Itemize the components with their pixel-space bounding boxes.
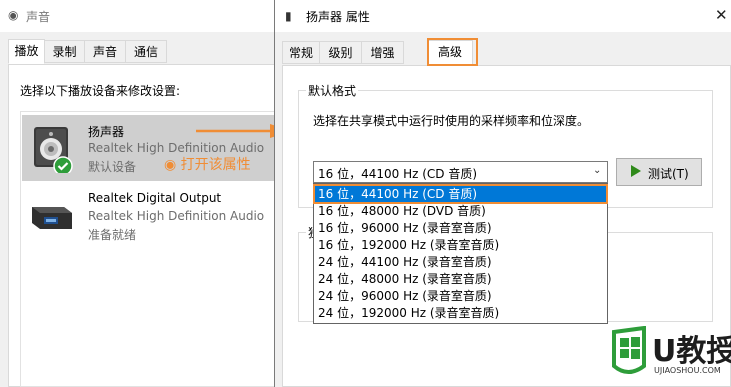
chevron-down-icon: ⌄ — [593, 165, 602, 176]
digital-output-icon — [30, 193, 74, 237]
device-driver: Realtek High Definition Audio — [88, 209, 265, 223]
close-icon[interactable]: ✕ — [715, 6, 728, 24]
device-driver: Realtek High Definition Audio — [88, 141, 265, 155]
tab-communications[interactable]: 通信 — [125, 40, 167, 63]
default-format-description: 选择在共享模式中运行时使用的采样频率和位深度。 — [313, 114, 590, 128]
properties-title-bar: ▮ 扬声器 属性 ✕ — [275, 0, 731, 32]
test-button-label: 测试(T) — [648, 167, 689, 181]
speaker-icon — [30, 125, 74, 176]
annotation-label: ◉ 打开该属性 — [164, 154, 251, 174]
tab-sounds[interactable]: 声音 — [84, 40, 126, 63]
device-status: 准备就绪 — [88, 228, 137, 242]
speaker-app-icon: ◉ — [8, 8, 19, 22]
format-dropdown-list[interactable]: 16 位，44100 Hz (CD 音质) 16 位，48000 Hz (DVD… — [313, 183, 608, 324]
windows-logo-icon — [612, 326, 646, 374]
play-icon — [631, 165, 641, 177]
annotation-text: 打开该属性 — [180, 157, 251, 173]
test-button[interactable]: 测试(T) — [616, 158, 702, 186]
format-option[interactable]: 24 位，44100 Hz (录音室音质) — [315, 254, 606, 271]
watermark-url: UJIAOSHOU.COM — [654, 366, 721, 375]
tab-recording[interactable]: 录制 — [44, 40, 85, 63]
tab-playback[interactable]: 播放 — [8, 39, 45, 64]
playback-device-list[interactable]: 扬声器 Realtek High Definition Audio 默认设备 R… — [20, 111, 280, 387]
advanced-tab-highlight — [427, 38, 478, 66]
watermark-brand: U教授 — [652, 334, 731, 369]
format-option[interactable]: 16 位，96000 Hz (录音室音质) — [315, 220, 606, 237]
properties-window-title: 扬声器 属性 — [306, 10, 370, 24]
sound-title-bar: ◉ 声音 — [0, 0, 300, 32]
playback-instruction: 选择以下播放设备来修改设置: — [20, 84, 181, 98]
annotation-bullet-icon: ◉ — [164, 157, 181, 173]
device-status: 默认设备 — [88, 160, 137, 174]
tab-general[interactable]: 常规 — [282, 41, 320, 64]
tab-levels[interactable]: 级别 — [319, 41, 362, 64]
selected-option-highlight — [313, 184, 608, 204]
device-name: Realtek Digital Output — [88, 191, 222, 205]
default-format-label: 默认格式 — [306, 82, 359, 99]
tab-enhancements[interactable]: 增强 — [361, 41, 404, 64]
format-select[interactable]: 16 位，44100 Hz (CD 音质) ⌄ — [313, 161, 608, 183]
device-digital-output[interactable]: Realtek Digital Output Realtek High Defi… — [22, 183, 280, 249]
speaker-app-icon: ▮ — [285, 9, 292, 23]
watermark: U教授 UJIAOSHOU.COM — [604, 322, 731, 387]
device-name: 扬声器 — [88, 125, 125, 139]
format-select-value: 16 位，44100 Hz (CD 音质) — [318, 167, 478, 181]
format-option[interactable]: 24 位，96000 Hz (录音室音质) — [315, 288, 606, 305]
format-option[interactable]: 16 位，48000 Hz (DVD 音质) — [315, 203, 606, 220]
format-option[interactable]: 16 位，192000 Hz (录音室音质) — [315, 237, 606, 254]
format-option[interactable]: 24 位，192000 Hz (录音室音质) — [315, 305, 606, 322]
format-option[interactable]: 24 位，48000 Hz (录音室音质) — [315, 271, 606, 288]
sound-window-title: 声音 — [26, 10, 51, 24]
